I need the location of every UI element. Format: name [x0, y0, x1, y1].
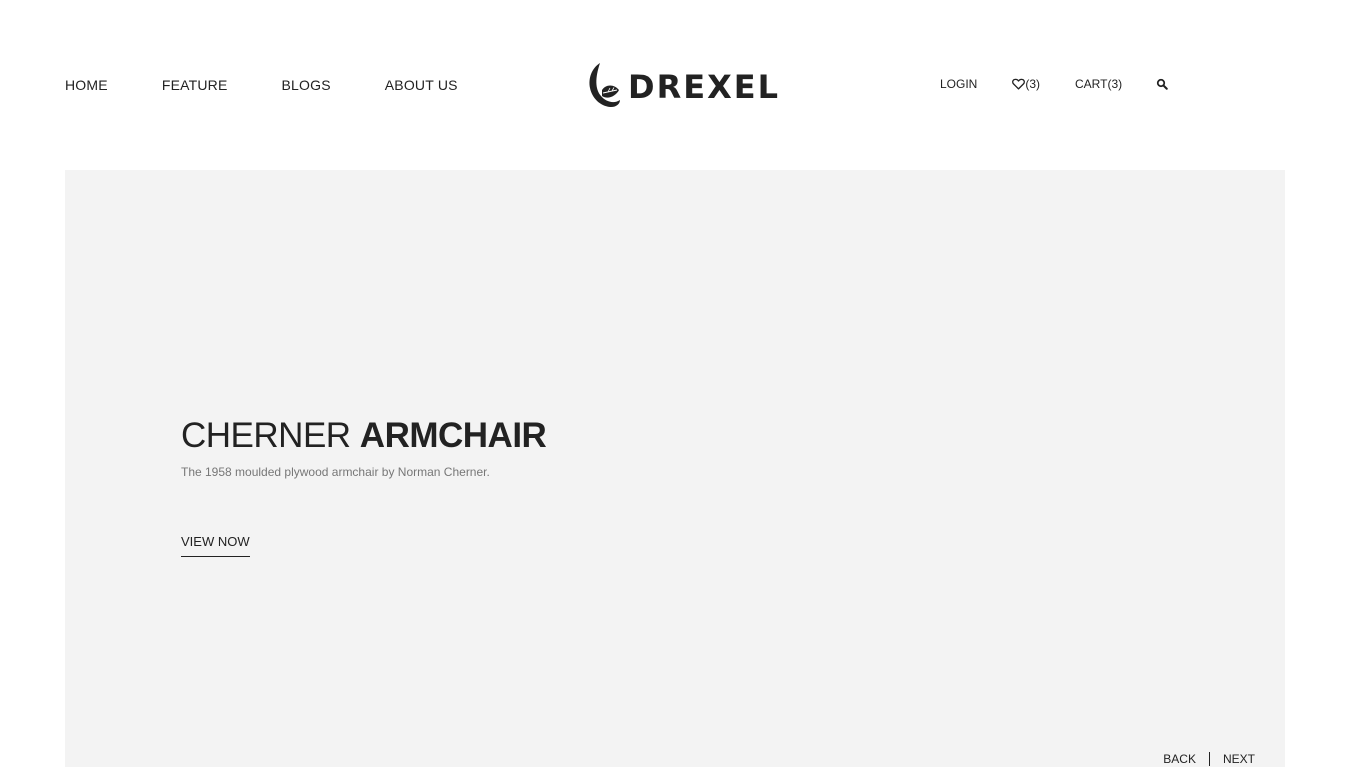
leaf-logo-icon [589, 63, 620, 108]
hero-title-bold: ARMCHAIR [359, 416, 547, 455]
slider-next-button[interactable]: NEXT [1223, 752, 1255, 766]
hero-subtitle: The 1958 moulded plywood armchair by Nor… [181, 465, 490, 479]
nav-feature-link[interactable]: FEATURE [162, 77, 228, 93]
hero-title-light: CHERNER [181, 416, 360, 455]
nav-blogs-link[interactable]: BLOGS [282, 77, 331, 93]
account-nav: LOGIN (3) CART(3) [940, 77, 1168, 91]
heart-icon [1012, 78, 1026, 90]
slider-back-button[interactable]: BACK [1163, 752, 1196, 766]
view-now-button[interactable]: VIEW NOW [181, 534, 250, 557]
brand-logo[interactable]: DREXEL [586, 60, 780, 110]
wishlist-count: (3) [1025, 77, 1041, 91]
nav-about-link[interactable]: ABOUT US [385, 77, 458, 93]
slider-divider [1208, 752, 1210, 766]
search-button[interactable] [1156, 78, 1168, 90]
search-icon [1157, 78, 1168, 90]
login-link[interactable]: LOGIN [940, 77, 977, 91]
hero-title: CHERNER ARMCHAIR [181, 413, 547, 459]
site-header: HOME FEATURE BLOGS ABOUT US DREXEL LOGIN… [0, 0, 1349, 170]
cart-link[interactable]: CART(3) [1075, 77, 1122, 91]
brand-name: DREXEL [628, 68, 780, 106]
wishlist-link[interactable]: (3) [1012, 77, 1040, 91]
slider-controls: BACK NEXT [1163, 752, 1255, 766]
hero-slider: CHERNER ARMCHAIR The 1958 moulded plywoo… [65, 170, 1285, 767]
main-nav: HOME FEATURE BLOGS ABOUT US [65, 77, 458, 93]
nav-home-link[interactable]: HOME [65, 77, 108, 93]
